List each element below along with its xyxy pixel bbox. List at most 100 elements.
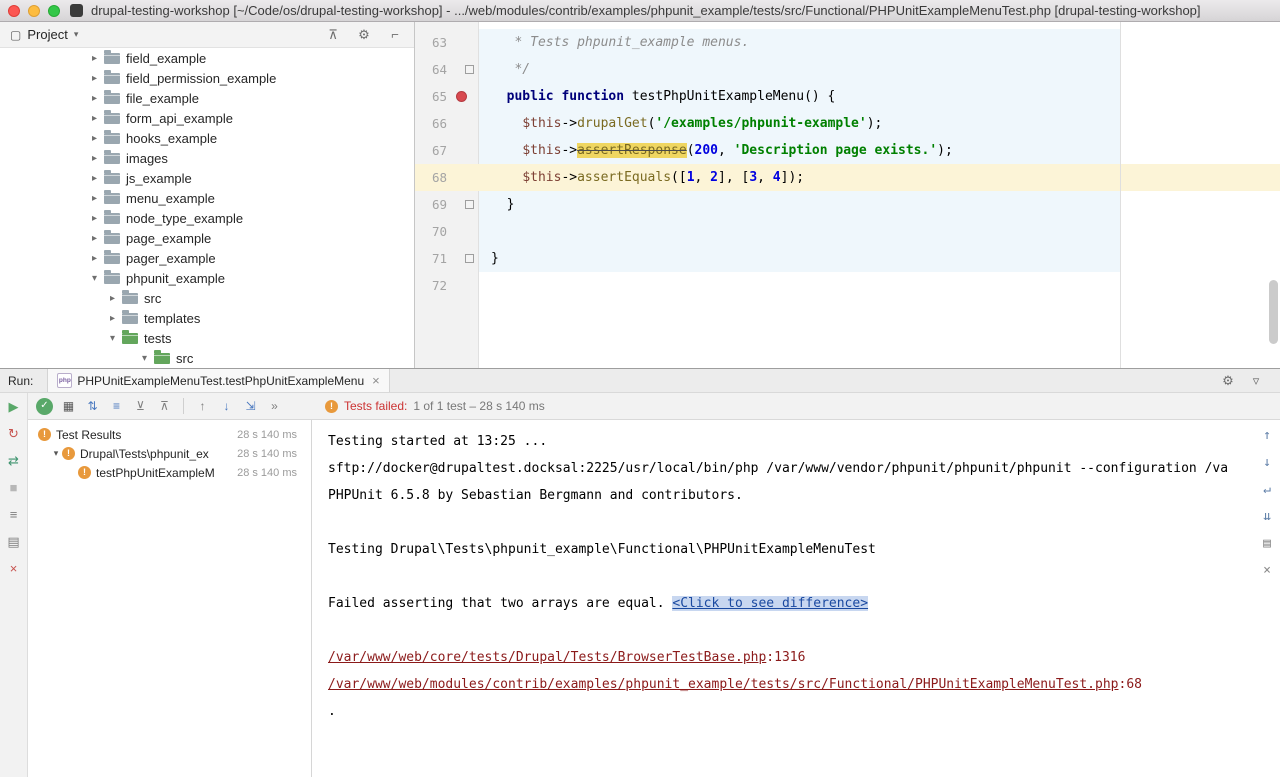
- project-tree-item[interactable]: ▸menu_example: [0, 188, 414, 208]
- project-tree: ▸field_example▸field_permission_example▸…: [0, 48, 414, 368]
- test-history-button[interactable]: ≡: [6, 507, 22, 523]
- project-tree-item[interactable]: ▸page_example: [0, 228, 414, 248]
- editor-line[interactable]: 72: [415, 272, 1280, 299]
- chevron-right-icon[interactable]: ▸: [88, 153, 101, 164]
- editor[interactable]: 63 * Tests phpunit_example menus.64 */65…: [415, 22, 1280, 368]
- editor-scrollbar[interactable]: [1269, 280, 1278, 344]
- project-tree-item[interactable]: ▸node_type_example: [0, 208, 414, 228]
- chevron-right-icon[interactable]: ▸: [88, 253, 101, 264]
- editor-line[interactable]: 66 $this->drupalGet('/examples/phpunit-e…: [415, 110, 1280, 137]
- failed-test-gutter-icon[interactable]: [453, 83, 479, 110]
- fold-marker-icon[interactable]: [453, 245, 479, 272]
- show-passed-button[interactable]: ✓: [36, 398, 53, 415]
- fold-marker-icon[interactable]: [453, 191, 479, 218]
- project-tree-item[interactable]: ▸js_example: [0, 168, 414, 188]
- editor-line[interactable]: 67 $this->assertResponse(200, 'Descripti…: [415, 137, 1280, 164]
- line-number: 71: [415, 245, 453, 272]
- hide-window-icon[interactable]: ▿: [1246, 373, 1266, 389]
- editor-line[interactable]: 70: [415, 218, 1280, 245]
- line-number: 72: [415, 272, 453, 299]
- chevron-right-icon[interactable]: ▸: [88, 133, 101, 144]
- test-tree-item[interactable]: !Test Results28 s 140 ms: [28, 425, 311, 444]
- editor-line[interactable]: 68 $this->assertEquals([1, 2], [3, 4]);: [415, 164, 1280, 191]
- chevron-right-icon[interactable]: ▸: [88, 73, 101, 84]
- red-test-marker-icon: [456, 91, 467, 102]
- expand-all-button[interactable]: ⊻: [132, 398, 149, 415]
- chevron-right-icon[interactable]: ▸: [88, 233, 101, 244]
- project-tree-item[interactable]: ▸form_api_example: [0, 108, 414, 128]
- next-failed-test-button[interactable]: ↓: [218, 398, 235, 415]
- rerun-button[interactable]: ▶: [6, 399, 22, 415]
- editor-line[interactable]: 63 * Tests phpunit_example menus.: [415, 29, 1280, 56]
- soft-wrap-button[interactable]: ↵: [1259, 482, 1275, 498]
- close-button[interactable]: ×: [6, 561, 22, 577]
- chevron-down-icon[interactable]: ▾: [50, 448, 62, 459]
- fold-marker-icon[interactable]: [453, 56, 479, 83]
- chevron-right-icon[interactable]: ▸: [88, 113, 101, 124]
- project-tree-item[interactable]: ▸hooks_example: [0, 128, 414, 148]
- collapse-all-icon[interactable]: ⊼: [324, 26, 342, 44]
- project-tree-item[interactable]: ▸pager_example: [0, 248, 414, 268]
- test-tree-item[interactable]: ▾!Drupal\Tests\phpunit_ex28 s 140 ms: [28, 444, 311, 463]
- chevron-down-icon[interactable]: ▾: [88, 273, 101, 284]
- chevron-right-icon[interactable]: ▸: [88, 173, 101, 184]
- chevron-right-icon[interactable]: ▸: [106, 293, 119, 304]
- file-link[interactable]: /var/www/web/modules/contrib/examples/ph…: [328, 677, 1119, 692]
- close-window-button[interactable]: [8, 5, 20, 17]
- zoom-window-button[interactable]: [48, 5, 60, 17]
- test-tree-item[interactable]: !testPhpUnitExampleM28 s 140 ms: [28, 463, 311, 482]
- restore-layout-button[interactable]: ▤: [6, 534, 22, 550]
- scroll-to-end-button[interactable]: ⇊: [1259, 509, 1275, 525]
- tests-summary: 1 of 1 test – 28 s 140 ms: [413, 399, 544, 413]
- up-stack-trace-button[interactable]: ↑: [1259, 428, 1275, 444]
- chevron-right-icon[interactable]: ▸: [88, 193, 101, 204]
- chevron-right-icon[interactable]: ▸: [88, 53, 101, 64]
- project-tree-item[interactable]: ▸src: [0, 288, 414, 308]
- settings-gear-icon[interactable]: ⚙: [355, 26, 373, 44]
- line-number-ref: :1316: [766, 650, 805, 665]
- toggle-auto-test-button[interactable]: ⇄: [6, 453, 22, 469]
- chevron-down-icon[interactable]: ▾: [74, 29, 79, 40]
- project-tree-item[interactable]: ▸images: [0, 148, 414, 168]
- more-actions-button[interactable]: »: [266, 398, 283, 415]
- run-tab[interactable]: php PHPUnitExampleMenuTest.testPhpUnitEx…: [47, 369, 389, 392]
- project-panel-title[interactable]: Project: [27, 27, 67, 42]
- editor-line[interactable]: 65 public function testPhpUnitExampleMen…: [415, 83, 1280, 110]
- editor-line[interactable]: 69 }: [415, 191, 1280, 218]
- editor-line[interactable]: 64 */: [415, 56, 1280, 83]
- rerun-failed-tests-button[interactable]: ↻: [6, 426, 22, 442]
- print-button[interactable]: ▤: [1259, 536, 1275, 552]
- project-tree-item[interactable]: ▸templates: [0, 308, 414, 328]
- minimize-window-button[interactable]: [28, 5, 40, 17]
- editor-line[interactable]: 71}: [415, 245, 1280, 272]
- stop-button[interactable]: ■: [6, 480, 22, 496]
- chevron-down-icon[interactable]: ▾: [106, 333, 119, 344]
- collapse-all-button[interactable]: ⊼: [156, 398, 173, 415]
- diff-link[interactable]: <Click to see difference>: [672, 596, 868, 611]
- import-test-results-button[interactable]: ⇲: [242, 398, 259, 415]
- previous-failed-test-button[interactable]: ↑: [194, 398, 211, 415]
- sort-by-duration-button[interactable]: ≡: [108, 398, 125, 415]
- chevron-right-icon[interactable]: ▸: [106, 313, 119, 324]
- console[interactable]: Testing started at 13:25 ...sftp://docke…: [312, 420, 1280, 777]
- show-ignored-button[interactable]: ▦: [60, 398, 77, 415]
- project-tree-item[interactable]: ▸field_permission_example: [0, 68, 414, 88]
- project-tree-item[interactable]: ▾tests: [0, 328, 414, 348]
- project-tree-item[interactable]: ▸file_example: [0, 88, 414, 108]
- down-stack-trace-button[interactable]: ↓: [1259, 455, 1275, 471]
- hide-panel-icon[interactable]: ⌐: [386, 26, 404, 44]
- file-link[interactable]: /var/www/web/core/tests/Drupal/Tests/Bro…: [328, 650, 766, 665]
- close-tab-icon[interactable]: ×: [372, 373, 380, 388]
- settings-gear-icon[interactable]: ⚙: [1218, 373, 1238, 389]
- project-tree-item[interactable]: ▾src: [0, 348, 414, 368]
- project-tree-item[interactable]: ▸field_example: [0, 48, 414, 68]
- chevron-down-icon[interactable]: ▾: [138, 353, 151, 364]
- project-tree-item[interactable]: ▾phpunit_example: [0, 268, 414, 288]
- titlebar: drupal-testing-workshop [~/Code/os/drupa…: [0, 0, 1280, 22]
- sort-alphabetically-button[interactable]: ⇅: [84, 398, 101, 415]
- folder-icon: [104, 213, 120, 224]
- folder-icon: [104, 73, 120, 84]
- chevron-right-icon[interactable]: ▸: [88, 213, 101, 224]
- chevron-right-icon[interactable]: ▸: [88, 93, 101, 104]
- clear-all-button[interactable]: ×: [1259, 563, 1275, 579]
